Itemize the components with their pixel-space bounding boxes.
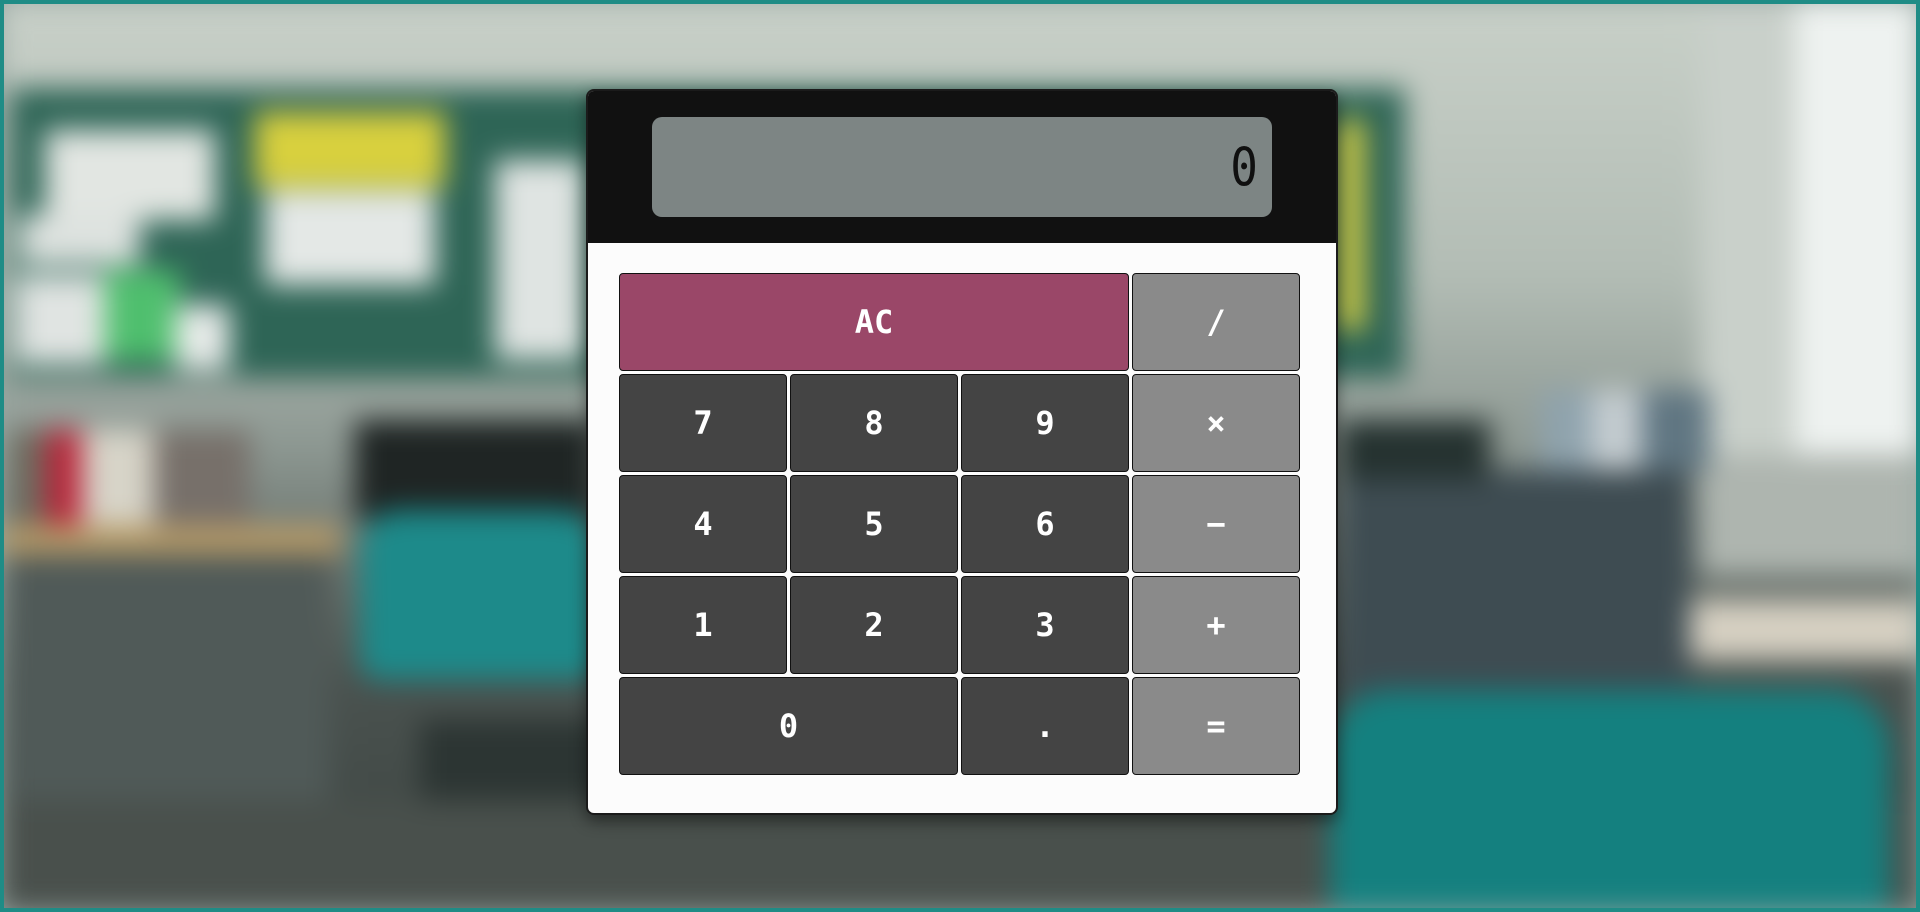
digit-3-button[interactable]: 3 [961, 576, 1129, 674]
digit-9-button[interactable]: 9 [961, 374, 1129, 472]
digit-4-button[interactable]: 4 [619, 475, 787, 573]
add-button[interactable]: + [1132, 576, 1300, 674]
equals-button[interactable]: = [1132, 677, 1300, 775]
display-bezel: 0 [588, 91, 1336, 243]
clear-button[interactable]: AC [619, 273, 1129, 371]
decimal-button[interactable]: . [961, 677, 1129, 775]
calculator-display: 0 [652, 117, 1272, 217]
digit-0-button[interactable]: 0 [619, 677, 958, 775]
calculator: 0 AC / 7 8 9 × 4 5 6 − 1 2 3 + 0 . = [586, 89, 1338, 815]
digit-8-button[interactable]: 8 [790, 374, 958, 472]
display-value: 0 [1230, 135, 1260, 199]
divide-button[interactable]: / [1132, 273, 1300, 371]
multiply-button[interactable]: × [1132, 374, 1300, 472]
digit-1-button[interactable]: 1 [619, 576, 787, 674]
digit-6-button[interactable]: 6 [961, 475, 1129, 573]
digit-5-button[interactable]: 5 [790, 475, 958, 573]
subtract-button[interactable]: − [1132, 475, 1300, 573]
digit-7-button[interactable]: 7 [619, 374, 787, 472]
digit-2-button[interactable]: 2 [790, 576, 958, 674]
keypad: AC / 7 8 9 × 4 5 6 − 1 2 3 + 0 . = [619, 273, 1303, 775]
